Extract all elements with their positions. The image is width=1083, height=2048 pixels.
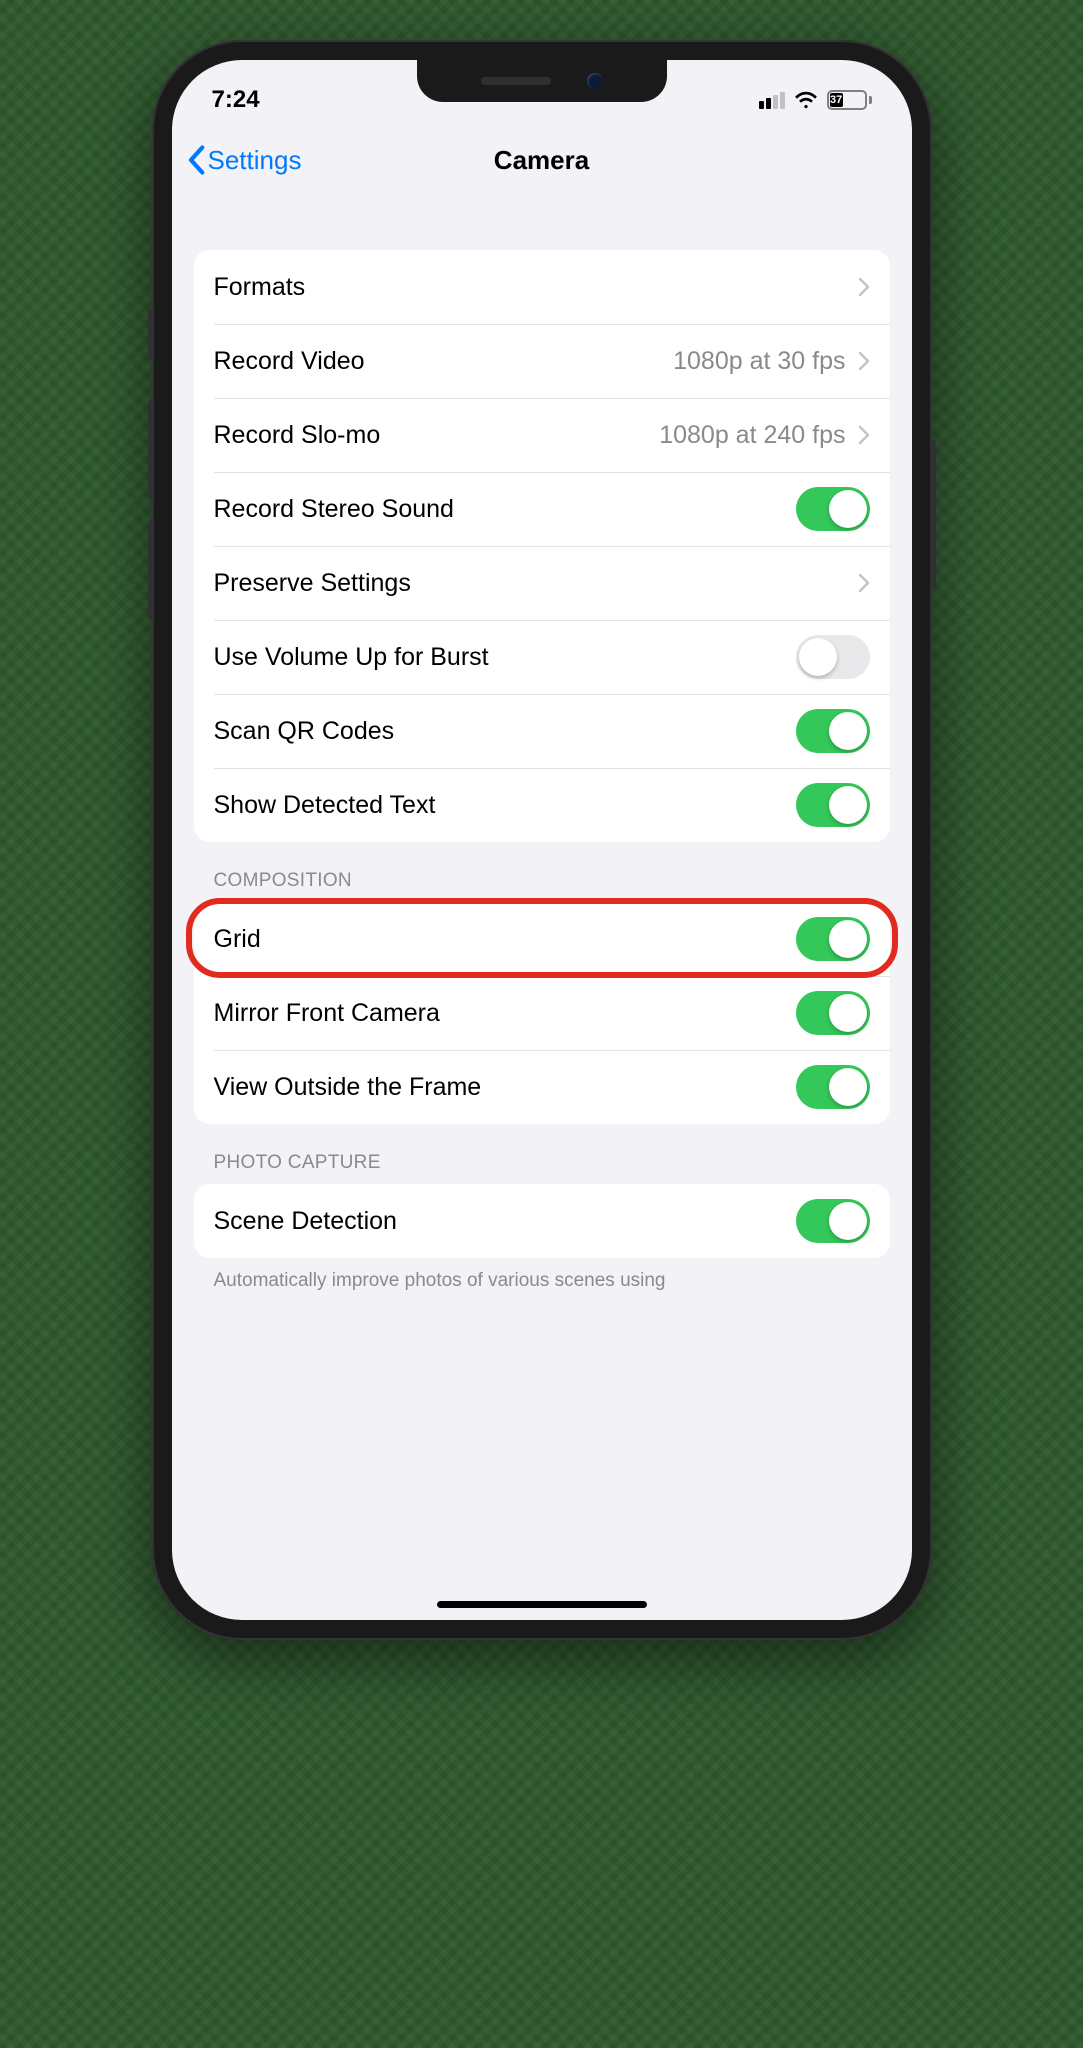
chevron-right-icon [858, 277, 870, 297]
settings-group-general: Formats Record Video 1080p at 30 fps Rec… [194, 250, 890, 842]
section-header-photo-capture: Photo Capture [194, 1124, 890, 1184]
section-footer-text: Automatically improve photos of various … [194, 1258, 890, 1294]
status-time: 7:24 [212, 86, 260, 114]
chevron-right-icon [858, 425, 870, 445]
side-button [930, 440, 936, 590]
wifi-icon [793, 90, 819, 110]
notch [417, 60, 667, 102]
side-button [148, 520, 154, 620]
row-show-detected-text[interactable]: Show Detected Text [194, 768, 890, 842]
row-label: Record Video [214, 347, 365, 376]
row-volume-up-burst[interactable]: Use Volume Up for Burst [194, 620, 890, 694]
row-value: 1080p at 240 fps [659, 421, 845, 450]
row-preserve-settings[interactable]: Preserve Settings [194, 546, 890, 620]
row-label: Grid [214, 925, 261, 954]
toggle-record-stereo[interactable] [796, 487, 870, 531]
settings-group-composition: Grid Mirror Front Camera View Outside th… [194, 902, 890, 1124]
row-label: Mirror Front Camera [214, 999, 440, 1028]
row-record-video[interactable]: Record Video 1080p at 30 fps [194, 324, 890, 398]
row-label: View Outside the Frame [214, 1073, 482, 1102]
row-label: Show Detected Text [214, 791, 436, 820]
nav-bar: Settings Camera [172, 120, 912, 200]
row-formats[interactable]: Formats [194, 250, 890, 324]
phone-frame: 7:24 37 Settings Camera [152, 40, 932, 1640]
back-button-label: Settings [208, 145, 302, 176]
toggle-mirror-front[interactable] [796, 991, 870, 1035]
row-scan-qr-codes[interactable]: Scan QR Codes [194, 694, 890, 768]
chevron-left-icon [186, 145, 206, 175]
toggle-grid[interactable] [796, 917, 870, 961]
row-label: Record Stereo Sound [214, 495, 454, 524]
row-grid[interactable]: Grid [194, 902, 890, 976]
toggle-view-outside[interactable] [796, 1065, 870, 1109]
side-button [148, 400, 154, 500]
row-label: Scan QR Codes [214, 717, 395, 746]
row-label: Use Volume Up for Burst [214, 643, 489, 672]
chevron-right-icon [858, 573, 870, 593]
section-header-composition: Composition [194, 842, 890, 902]
back-button[interactable]: Settings [186, 145, 302, 176]
row-view-outside-frame[interactable]: View Outside the Frame [194, 1050, 890, 1124]
side-button [148, 310, 154, 360]
toggle-scene-detection[interactable] [796, 1199, 870, 1243]
row-record-stereo-sound[interactable]: Record Stereo Sound [194, 472, 890, 546]
row-value: 1080p at 30 fps [673, 347, 845, 376]
toggle-volume-burst[interactable] [796, 635, 870, 679]
row-scene-detection[interactable]: Scene Detection [194, 1184, 890, 1258]
row-label: Record Slo-mo [214, 421, 381, 450]
cellular-icon [759, 92, 785, 109]
row-mirror-front-camera[interactable]: Mirror Front Camera [194, 976, 890, 1050]
row-record-slomo[interactable]: Record Slo-mo 1080p at 240 fps [194, 398, 890, 472]
settings-group-photo-capture: Scene Detection [194, 1184, 890, 1258]
row-label: Scene Detection [214, 1207, 397, 1236]
page-title: Camera [494, 145, 589, 176]
row-label: Formats [214, 273, 306, 302]
toggle-detected-text[interactable] [796, 783, 870, 827]
battery-icon: 37 [827, 90, 872, 110]
row-label: Preserve Settings [214, 569, 411, 598]
chevron-right-icon [858, 351, 870, 371]
home-indicator[interactable] [437, 1601, 647, 1608]
toggle-scan-qr[interactable] [796, 709, 870, 753]
